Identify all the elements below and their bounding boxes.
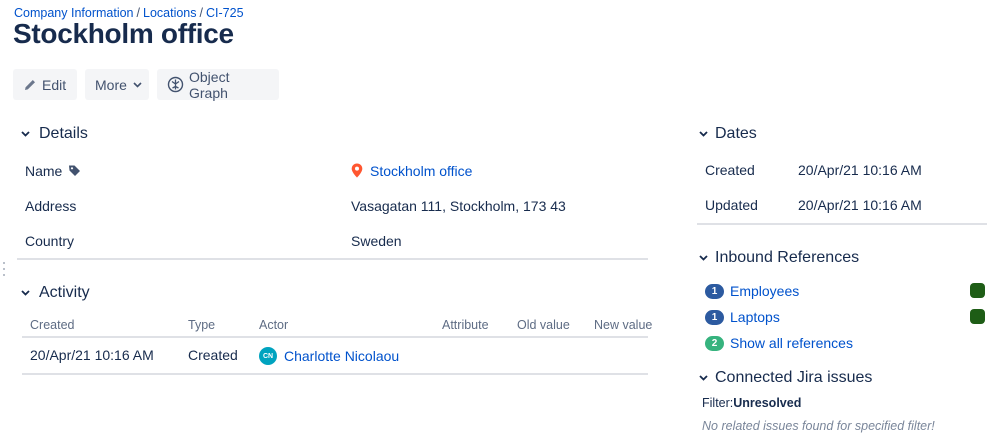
activity-created-cell: 20/Apr/21 10:16 AM xyxy=(30,347,154,363)
more-button-label: More xyxy=(95,76,127,93)
detail-row-country: Country Sweden xyxy=(17,223,648,258)
location-pin-icon xyxy=(351,163,363,178)
details-divider xyxy=(17,258,648,260)
date-row-updated: Updated 20/Apr/21 10:16 AM xyxy=(697,188,987,223)
avatar: CN xyxy=(259,347,277,365)
detail-label: Address xyxy=(25,197,77,214)
status-indicator xyxy=(970,309,985,324)
activity-row-divider xyxy=(22,373,648,375)
chevron-down-icon xyxy=(17,131,33,137)
activity-actor-cell: CN Charlotte Nicolaou xyxy=(259,347,399,365)
reference-count-badge: 1 xyxy=(705,309,724,325)
reference-count-badge: 2 xyxy=(705,335,724,351)
dates-heading: Dates xyxy=(715,125,757,142)
status-indicator xyxy=(970,283,985,298)
drag-handle-icon[interactable] xyxy=(2,262,6,276)
toolbar: Edit More Object Graph xyxy=(13,68,279,101)
reference-row-laptops[interactable]: 1 Laptops xyxy=(705,307,985,327)
detail-row-address: Address Vasagatan 111, Stockholm, 173 43 xyxy=(17,188,648,223)
dates-divider xyxy=(697,223,987,225)
object-graph-button[interactable]: Object Graph xyxy=(157,68,279,101)
show-all-references-link[interactable]: Show all references xyxy=(730,335,853,351)
date-value: 20/Apr/21 10:16 AM xyxy=(798,162,922,178)
column-header-actor: Actor xyxy=(259,318,289,332)
show-all-references-row[interactable]: 2 Show all references xyxy=(705,333,985,353)
column-header-created: Created xyxy=(30,318,75,332)
inbound-references-heading: Inbound References xyxy=(715,249,860,266)
date-row-created: Created 20/Apr/21 10:16 AM xyxy=(697,153,987,188)
detail-value: Sweden xyxy=(351,232,402,249)
actor-link[interactable]: Charlotte Nicolaou xyxy=(284,348,399,364)
stockholm-office-link[interactable]: Stockholm office xyxy=(370,163,472,179)
object-graph-icon xyxy=(167,76,184,93)
page-title: Stockholm office xyxy=(13,18,234,49)
column-header-type: Type xyxy=(188,318,216,332)
more-button[interactable]: More xyxy=(85,69,149,100)
chevron-down-icon xyxy=(17,290,33,296)
column-header-new-value: New value xyxy=(594,318,653,332)
date-label: Created xyxy=(705,162,755,178)
activity-heading: Activity xyxy=(39,284,90,301)
detail-label: Country xyxy=(25,232,75,249)
edit-button[interactable]: Edit xyxy=(13,69,77,100)
chevron-down-icon xyxy=(697,255,709,261)
date-value: 20/Apr/21 10:16 AM xyxy=(798,197,922,213)
filter-label: Filter: xyxy=(702,396,734,410)
chevron-down-icon xyxy=(133,81,142,88)
tag-icon xyxy=(68,164,81,177)
column-header-old-value: Old value xyxy=(517,318,570,332)
activity-header-divider xyxy=(22,336,648,338)
no-issues-message: No related issues found for specified fi… xyxy=(702,419,935,433)
detail-label: Name xyxy=(25,163,81,179)
chevron-down-icon xyxy=(697,375,709,381)
pencil-icon xyxy=(23,78,37,92)
detail-value: Vasagatan 111, Stockholm, 173 43 xyxy=(351,197,566,214)
jira-filter[interactable]: Filter:Unresolved xyxy=(702,396,801,410)
reference-row-employees[interactable]: 1 Employees xyxy=(705,281,985,301)
column-header-attribute: Attribute xyxy=(442,318,489,332)
detail-value: Stockholm office xyxy=(351,163,472,179)
dates-section-toggle[interactable]: Dates xyxy=(697,125,757,143)
filter-value: Unresolved xyxy=(733,396,802,410)
detail-row-name: Name Stockholm office xyxy=(17,153,648,188)
detail-label-text: Name xyxy=(25,162,63,179)
edit-button-label: Edit xyxy=(42,76,67,93)
details-heading: Details xyxy=(39,125,88,142)
date-label: Updated xyxy=(705,197,758,213)
inbound-references-toggle[interactable]: Inbound References xyxy=(697,249,859,267)
object-graph-button-label: Object Graph xyxy=(189,68,230,101)
laptops-reference-link[interactable]: Laptops xyxy=(730,309,780,325)
chevron-down-icon xyxy=(697,131,709,137)
connected-jira-issues-toggle[interactable]: Connected Jira issues xyxy=(697,369,872,387)
connected-jira-issues-heading: Connected Jira issues xyxy=(715,369,873,386)
activity-section-toggle[interactable]: Activity xyxy=(17,284,90,302)
activity-type-cell: Created xyxy=(188,347,238,363)
reference-count-badge: 1 xyxy=(705,283,724,299)
employees-reference-link[interactable]: Employees xyxy=(730,283,799,299)
details-section-toggle[interactable]: Details xyxy=(17,125,88,143)
